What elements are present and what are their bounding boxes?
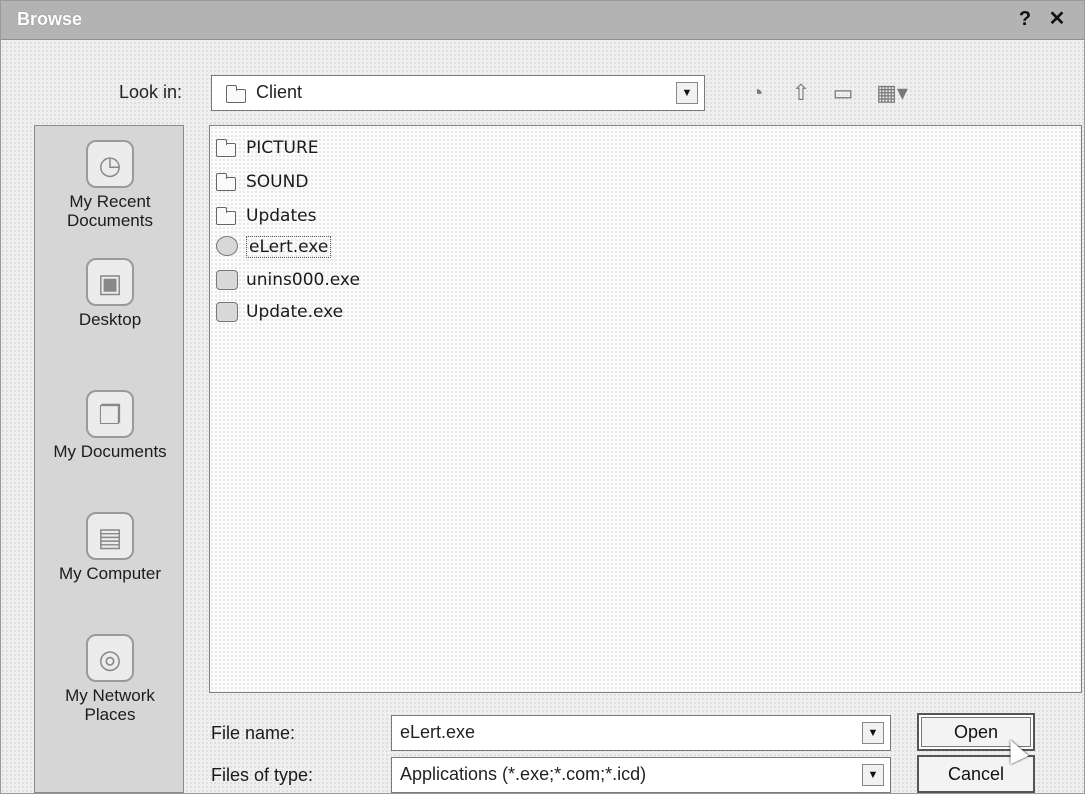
place-label: My Recent Documents [67,192,153,230]
file-name-input[interactable]: eLert.exe ▼ [391,715,891,751]
file-type-value: Applications (*.exe;*.com;*.icd) [400,764,647,784]
file-name: SOUND [246,172,309,192]
file-name-label: File name: [211,723,296,743]
folder-icon [216,138,238,158]
file-type-label: Files of type: [211,765,314,785]
file-name: Updates [246,206,317,226]
update-icon [216,302,238,322]
look-in-value: Client [256,82,303,102]
file-name: eLert.exe [246,236,332,258]
place-my-recent-documents[interactable]: ◷ My Recent Documents [35,140,185,230]
title-bar: Browse ? ✕ [1,1,1084,40]
my-documents-icon: ❐ [86,390,134,438]
back-icon[interactable]: ◔ [743,79,771,107]
desktop-icon: ▣ [86,258,134,306]
folder-icon [216,172,238,192]
place-label: Desktop [78,310,142,329]
new-folder-icon[interactable]: ▭ [829,79,857,107]
dialog-title: Browse [17,9,83,29]
recent-documents-icon: ◷ [86,140,134,188]
help-button[interactable]: ? [1013,7,1037,31]
app-icon [216,236,238,256]
my-computer-icon: ▤ [86,512,134,560]
browse-dialog: Browse ? ✕ Look in: Client ▼ ◔ ⇧ ▭ ▦▾ ◷ … [0,0,1085,794]
place-label: My Network Places [65,686,155,724]
places-bar: ◷ My Recent Documents ▣ Desktop ❐ My Doc… [34,125,184,793]
folder-icon [226,85,246,103]
place-my-network-places[interactable]: ◎ My Network Places [35,634,185,724]
installer-icon [216,270,238,290]
look-in-label: Look in: [119,82,183,102]
chevron-down-icon[interactable]: ▼ [862,722,884,744]
place-label: My Documents [53,442,167,461]
chevron-down-icon[interactable]: ▼ [862,764,884,786]
file-type-select[interactable]: Applications (*.exe;*.com;*.icd) ▼ [391,757,891,793]
chevron-down-icon[interactable]: ▼ [676,82,698,104]
place-label: My Computer [58,564,162,583]
file-list[interactable]: PICTURE SOUND Updates eLert.exe unins000… [209,125,1082,693]
file-name-value: eLert.exe [400,722,476,742]
place-my-documents[interactable]: ❐ My Documents [35,390,185,461]
place-desktop[interactable]: ▣ Desktop [35,258,185,329]
up-folder-icon[interactable]: ⇧ [787,79,815,107]
view-menu-icon[interactable]: ▦▾ [871,79,913,107]
file-name: unins000.exe [246,270,360,290]
file-name: PICTURE [246,138,319,158]
network-places-icon: ◎ [86,634,134,682]
file-name: Update.exe [246,302,344,322]
look-in-combo[interactable]: Client ▼ [211,75,705,111]
folder-icon [216,206,238,226]
place-my-computer[interactable]: ▤ My Computer [35,512,185,583]
close-button[interactable]: ✕ [1045,7,1069,31]
